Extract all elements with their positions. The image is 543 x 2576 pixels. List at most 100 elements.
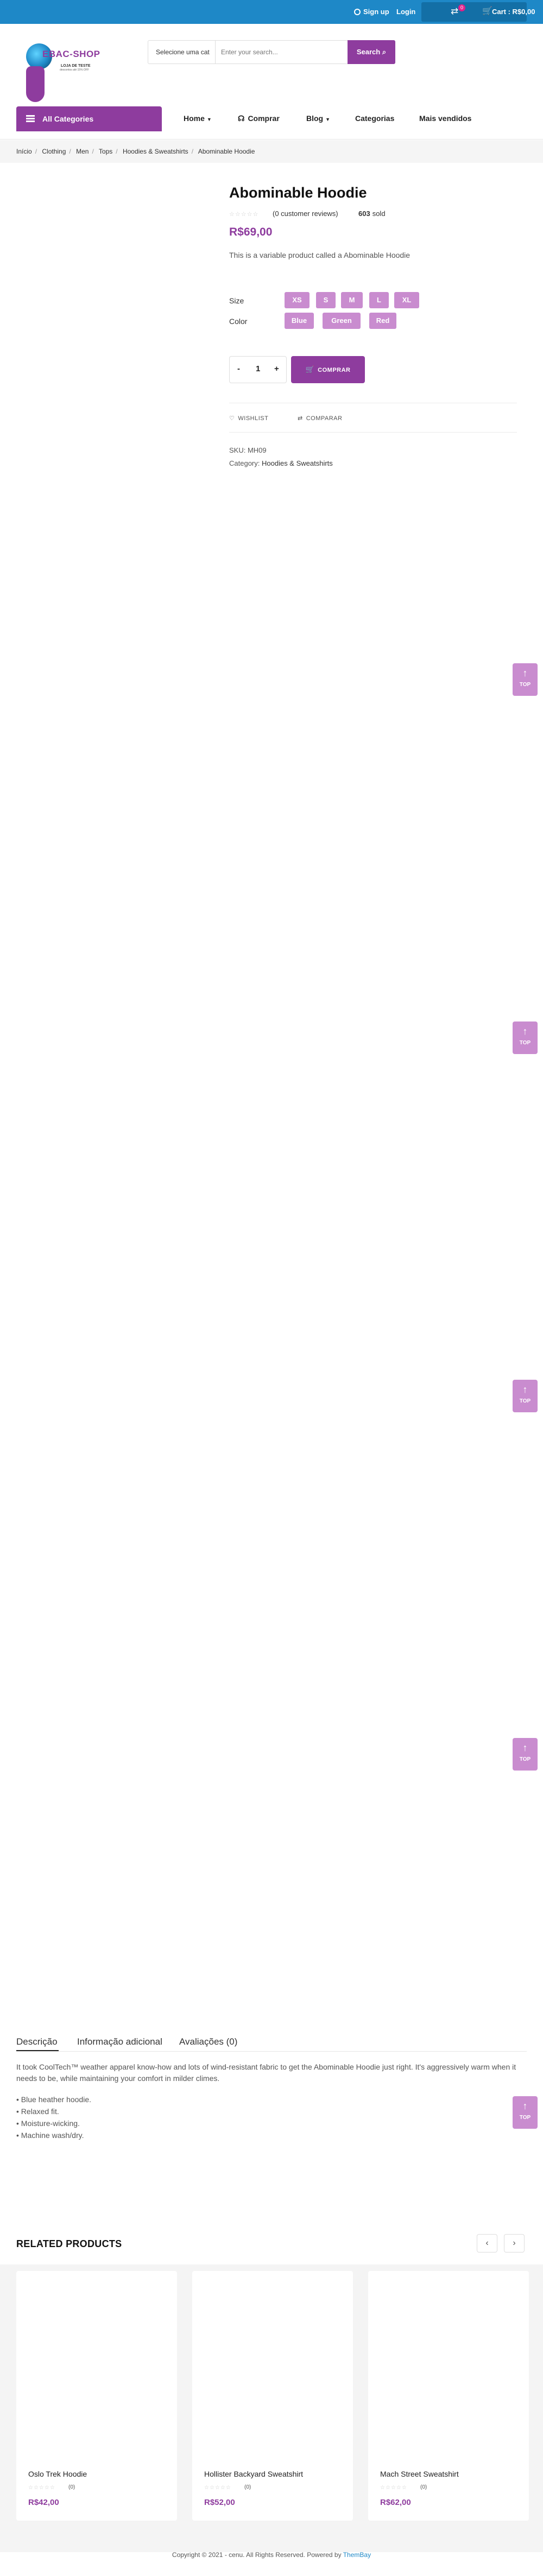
search-input[interactable]: [221, 47, 346, 58]
breadcrumb: Início / Clothing / Men / Tops / Hoodies & S…: [16, 148, 255, 155]
chevron-down-icon: ▼: [206, 117, 212, 122]
search-category-select[interactable]: Selecione uma cat: [148, 41, 216, 64]
signup-link[interactable]: Sign up: [354, 8, 389, 16]
arrow-up-icon: ↑: [522, 1384, 528, 1395]
product-card[interactable]: Mach Street Sweatshirt ☆☆☆☆☆ (0) R$62,00: [368, 2271, 529, 2521]
color-swatch-green[interactable]: Green: [323, 313, 361, 329]
divider: [229, 432, 517, 433]
arrow-up-icon: ↑: [522, 668, 528, 678]
qty-plus-button[interactable]: +: [274, 364, 279, 373]
product-price: R$69,00: [229, 226, 273, 238]
related-products-title: RELATED PRODUCTS: [16, 2238, 122, 2249]
arrow-up-icon: ↑: [522, 2101, 528, 2111]
back-to-top-button[interactable]: ↑TOP: [513, 663, 538, 696]
size-swatch-l[interactable]: L: [369, 292, 389, 308]
tabs-divider: [16, 2051, 527, 2052]
brand-link[interactable]: ThemBay: [343, 2551, 371, 2559]
cart-button[interactable]: ⇄ 0 🛒 Cart : R$0,00: [421, 2, 535, 22]
nav-categorias[interactable]: Categorias: [355, 114, 394, 123]
breadcrumb-item[interactable]: Início: [16, 148, 32, 155]
description-bullet: • Relaxed fit.: [16, 2107, 59, 2116]
description-bullet: • Moisture-wicking.: [16, 2119, 80, 2128]
product-card-price: R$42,00: [28, 2498, 59, 2507]
breadcrumb-item[interactable]: Clothing: [42, 148, 66, 155]
qty-value[interactable]: 1: [256, 364, 260, 373]
size-swatch-m[interactable]: M: [341, 292, 363, 308]
category-link[interactable]: Hoodies & Sweatshirts: [262, 459, 333, 467]
nav-mais-vendidos[interactable]: Mais vendidos: [419, 114, 471, 123]
rating-stars: ☆☆☆☆☆: [204, 2485, 231, 2491]
rating-count: (0): [244, 2484, 251, 2490]
size-swatch-xl[interactable]: XL: [394, 292, 419, 308]
qty-minus-button[interactable]: -: [237, 364, 240, 373]
logo-hand: [26, 66, 45, 102]
product-card-name[interactable]: Mach Street Sweatshirt: [380, 2470, 459, 2478]
heart-icon: ♡: [229, 415, 235, 422]
menu-icon: [26, 115, 35, 122]
description-text: It took CoolTech™ weather apparel know-h…: [16, 2063, 516, 2083]
tab-descricao[interactable]: Descrição: [16, 2036, 58, 2047]
product-card[interactable]: Hollister Backyard Sweatshirt ☆☆☆☆☆ (0) …: [192, 2271, 353, 2521]
cart-total: Cart : R$0,00: [492, 8, 535, 16]
all-categories-button[interactable]: All Categories: [16, 106, 162, 131]
back-to-top-button[interactable]: ↑TOP: [513, 2096, 538, 2129]
compare-icon[interactable]: ⇄: [451, 6, 458, 17]
related-next-button[interactable]: ›: [504, 2234, 525, 2253]
logo-subtitle: LOJA DE TESTE: [61, 64, 91, 68]
rating-stars: ☆☆☆☆☆: [229, 211, 259, 218]
product-card-price: R$62,00: [380, 2498, 411, 2507]
product-category: Category: Hoodies & Sweatshirts: [229, 459, 333, 467]
user-icon: [354, 9, 361, 15]
size-swatch-xs[interactable]: XS: [285, 292, 310, 308]
arrow-up-icon: ↑: [522, 1026, 528, 1037]
compare-count-badge: 0: [458, 4, 465, 11]
rating-stars: ☆☆☆☆☆: [380, 2485, 407, 2491]
login-link[interactable]: Login: [396, 8, 415, 16]
tab-informacao-adicional[interactable]: Informação adicional: [77, 2036, 162, 2047]
logo-tagline: descontos até 15% OFF: [60, 68, 89, 72]
copyright: Copyright © 2021 - cenu. All Rights Rese…: [172, 2551, 371, 2559]
breadcrumb-bar: Início / Clothing / Men / Tops / Hoodies & S…: [0, 140, 543, 163]
wishlist-link[interactable]: ♡ WISHLIST: [229, 415, 268, 422]
nav-home[interactable]: Home ▼: [184, 114, 212, 123]
tab-active-indicator: [16, 2050, 59, 2051]
reviews-link[interactable]: (0 customer reviews): [273, 210, 338, 218]
product-title: Abominable Hoodie: [229, 185, 367, 201]
top-bar: Sign up Login ♡0 ⇄ 0 🛒 Cart : R$0,00: [0, 0, 543, 24]
color-swatch-blue[interactable]: Blue: [285, 313, 314, 329]
search-icon: ⌕: [382, 48, 387, 56]
description-bullet: • Machine wash/dry.: [16, 2131, 84, 2140]
breadcrumb-item[interactable]: Hoodies & Sweatshirts: [123, 148, 188, 155]
arrow-up-icon: ↑: [522, 1742, 528, 1753]
size-swatch-s[interactable]: S: [316, 292, 336, 308]
product-card[interactable]: Oslo Trek Hoodie ☆☆☆☆☆ (0) R$42,00: [16, 2271, 177, 2521]
color-label: Color: [229, 317, 248, 326]
compare-link[interactable]: ⇄ COMPARAR: [298, 415, 342, 422]
search-button[interactable]: Search ⌕: [348, 40, 395, 64]
size-label: Size: [229, 296, 244, 305]
logo-title: EBAC-SHOP: [42, 49, 100, 59]
product-card-price: R$52,00: [204, 2498, 235, 2507]
cart-icon: 🛒: [482, 7, 493, 16]
color-swatch-red[interactable]: Red: [369, 313, 396, 329]
breadcrumb-item[interactable]: Men: [76, 148, 89, 155]
site-logo[interactable]: EBAC-SHOP LOJA DE TESTE descontos até 15…: [24, 40, 100, 105]
compare-icon: ⇄: [298, 415, 303, 422]
rating-stars: ☆☆☆☆☆: [28, 2485, 55, 2491]
tab-avaliacoes[interactable]: Avaliações (0): [179, 2036, 237, 2047]
nav-blog[interactable]: Blog ▼: [306, 114, 330, 123]
breadcrumb-item[interactable]: Tops: [99, 148, 112, 155]
back-to-top-button[interactable]: ↑TOP: [513, 1738, 538, 1771]
rating-count: (0): [68, 2484, 75, 2490]
headset-icon: ☊: [238, 114, 245, 123]
buy-button[interactable]: 🛒 COMPRAR: [291, 356, 365, 383]
nav-comprar[interactable]: ☊ Comprar: [238, 114, 280, 123]
product-card-name[interactable]: Oslo Trek Hoodie: [28, 2470, 87, 2478]
related-prev-button[interactable]: ‹: [477, 2234, 497, 2253]
back-to-top-button[interactable]: ↑TOP: [513, 1380, 538, 1412]
product-sku: SKU: MH09: [229, 446, 267, 454]
product-card-name[interactable]: Hollister Backyard Sweatshirt: [204, 2470, 303, 2478]
back-to-top-button[interactable]: ↑TOP: [513, 1021, 538, 1054]
chevron-down-icon: ▼: [325, 117, 331, 122]
search-bar: Selecione uma cat Search ⌕: [148, 40, 395, 64]
